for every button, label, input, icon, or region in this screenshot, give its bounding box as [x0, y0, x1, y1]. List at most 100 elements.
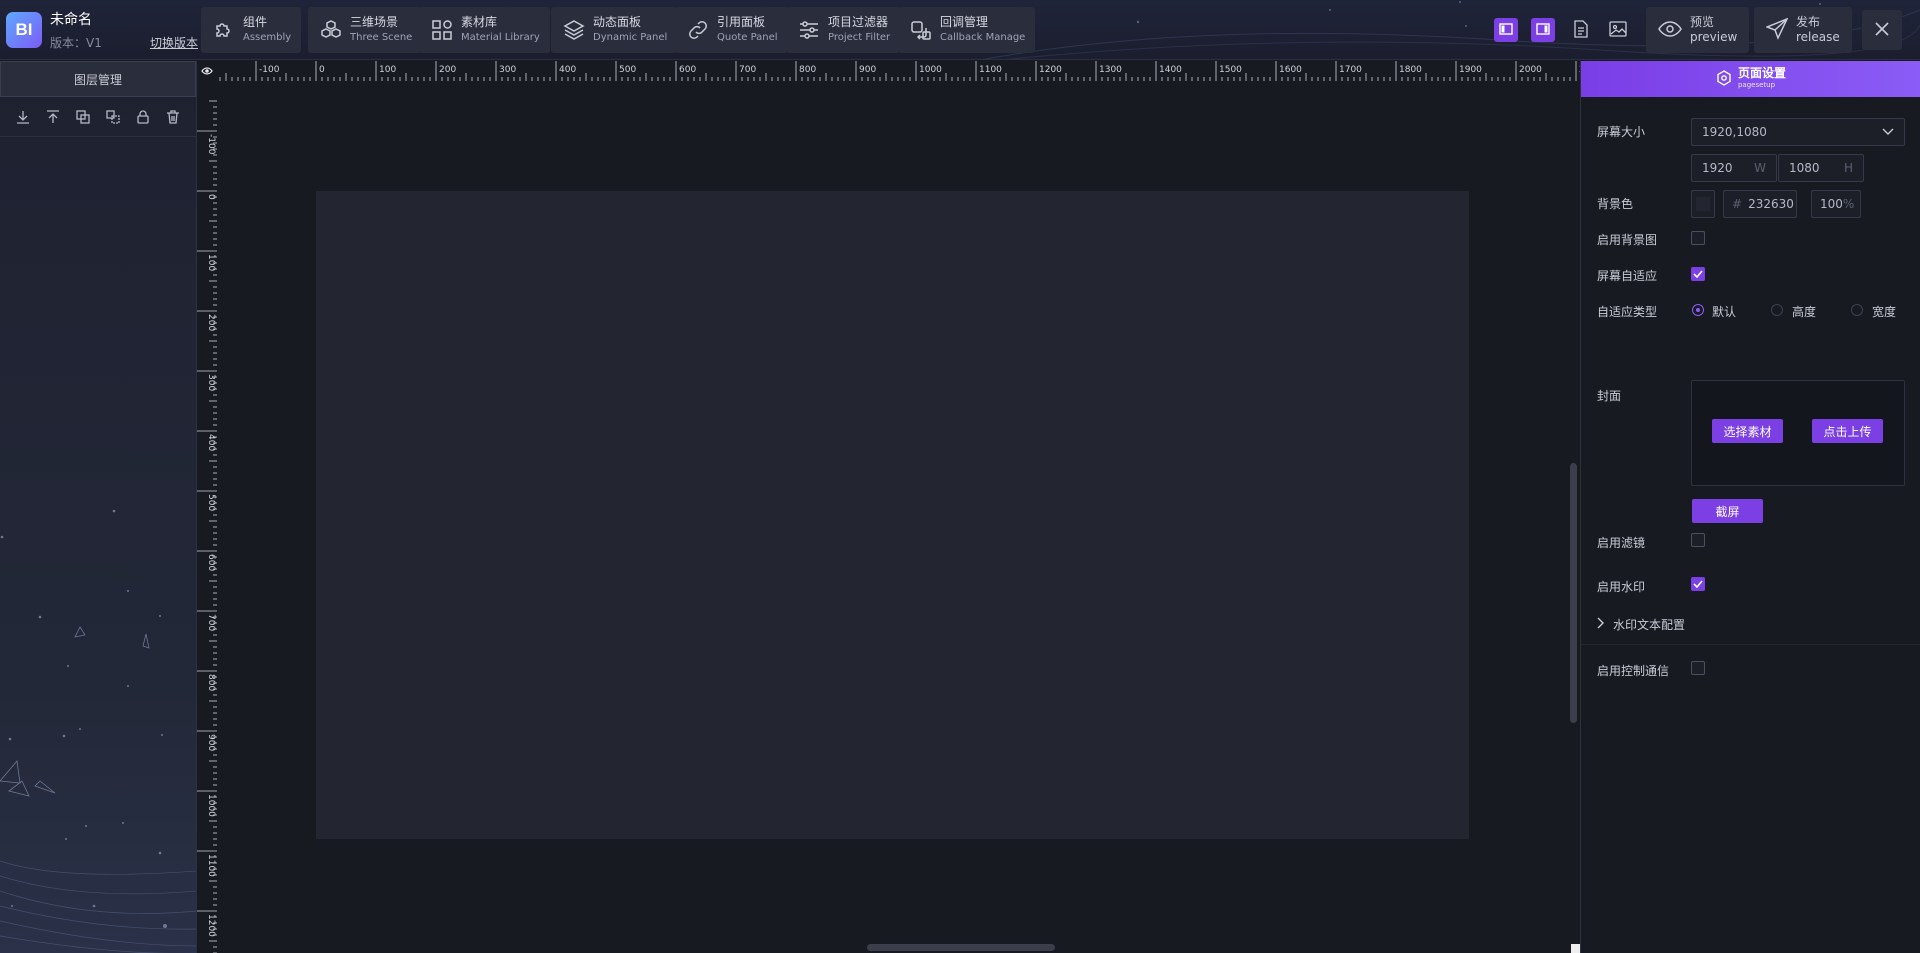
background-color-label: 背景色 — [1597, 197, 1634, 211]
height-value: 1080 — [1789, 161, 1820, 175]
nav-project-filter[interactable]: 项目过滤器 Project Filter — [786, 7, 901, 53]
ruler-h-label: 900 — [859, 65, 876, 75]
enable-control-checkbox[interactable] — [1691, 661, 1705, 675]
enable-bg-image-label: 启用背景图 — [1597, 233, 1658, 247]
enable-filter-checkbox[interactable] — [1691, 533, 1705, 547]
eye-icon — [1658, 20, 1682, 41]
nav-label: 引用面板 — [717, 15, 766, 29]
ruler-v-label: 600 — [206, 554, 216, 571]
upload-button[interactable]: 点击上传 — [1812, 419, 1883, 443]
ruler-h-label: 200 — [439, 65, 456, 75]
width-unit: W — [1754, 161, 1766, 175]
cubes-icon — [316, 15, 346, 45]
preview-button[interactable]: 预览 preview — [1646, 7, 1750, 53]
preview-sublabel: preview — [1690, 30, 1738, 44]
settings-icon — [1716, 69, 1732, 89]
nav-label: 项目过滤器 — [828, 15, 889, 29]
nav-label: 动态面板 — [593, 15, 642, 29]
vertical-ruler[interactable]: -100 0 100 200 300 400 500 600 700 800 900 1000 1100… — [197, 81, 217, 953]
enable-watermark-checkbox[interactable] — [1691, 577, 1705, 591]
nav-label: 素材库 — [461, 15, 498, 29]
eye-icon — [201, 64, 213, 78]
ruler-h-label: 1900 — [1459, 65, 1482, 75]
nav-material-library[interactable]: 素材库 Material Library — [419, 7, 550, 53]
screen-adaptive-checkbox[interactable] — [1691, 267, 1705, 281]
toggle-right-panel-button[interactable] — [1531, 18, 1555, 42]
ruler-h-label: 0 — [319, 65, 325, 75]
ruler-h-label: 500 — [619, 65, 636, 75]
lock-icon[interactable] — [134, 108, 152, 126]
screen-size-label: 屏幕大小 — [1597, 125, 1646, 139]
nav-label: 回调管理 — [940, 15, 989, 29]
background-hex-input[interactable]: # 232630 — [1723, 190, 1797, 218]
adaptive-width-radio[interactable] — [1851, 304, 1863, 316]
ruler-v-label: 400 — [206, 434, 216, 451]
image-icon — [1609, 20, 1627, 40]
nav-sublabel: Project Filter — [828, 32, 891, 43]
ruler-h-label: 1200 — [1039, 65, 1062, 75]
release-label: 发布 — [1796, 15, 1821, 29]
watermark-config-toggle[interactable]: 水印文本配置 — [1597, 616, 1685, 633]
percent-unit: % — [1842, 197, 1855, 211]
switch-version-link[interactable]: 切换版本 — [150, 34, 198, 51]
nav-sublabel: Quote Panel — [717, 32, 778, 43]
page-settings-title: 页面设置 — [1737, 66, 1786, 80]
left-panel-icon — [1499, 22, 1513, 39]
screen-size-value: 1920,1080 — [1702, 125, 1767, 139]
group-icon[interactable] — [74, 108, 92, 126]
close-button[interactable] — [1862, 10, 1902, 50]
sliders-icon — [794, 15, 824, 45]
hash-symbol: # — [1732, 197, 1743, 211]
vertical-scrollbar[interactable] — [1570, 463, 1577, 723]
send-icon — [1764, 17, 1789, 43]
top-bar: BI 未命名 版本：V1 切换版本 组件 Assembly 三维场景 Three S… — [0, 0, 1920, 60]
close-icon — [1874, 21, 1890, 40]
width-input[interactable]: 1920 W — [1691, 154, 1777, 182]
image-button[interactable] — [1606, 18, 1630, 42]
ruler-h-label: 700 — [739, 65, 756, 75]
ungroup-icon[interactable] — [104, 108, 122, 126]
move-down-icon[interactable] — [14, 108, 32, 126]
artboard[interactable] — [316, 191, 1469, 839]
nav-sublabel: Material Library — [461, 32, 540, 43]
app-version: 版本：V1 — [50, 36, 102, 50]
ruler-h-label: 1700 — [1339, 65, 1362, 75]
ruler-v-label: 500 — [206, 494, 216, 511]
panel-decoration — [0, 509, 196, 953]
nav-quote-panel[interactable]: 引用面板 Quote Panel — [675, 7, 788, 53]
background-opacity-input[interactable]: 100 % — [1811, 190, 1861, 218]
adaptive-default-radio[interactable] — [1692, 304, 1704, 316]
nav-dynamic-panel[interactable]: 动态面板 Dynamic Panel — [551, 7, 678, 53]
screen-size-select[interactable]: 1920,1080 — [1691, 118, 1905, 146]
screen-adaptive-label: 屏幕自适应 — [1597, 269, 1658, 283]
nav-callback-manage[interactable]: 回调管理 Callback Manage — [898, 7, 1036, 53]
nav-sublabel: Assembly — [243, 32, 292, 43]
background-color-swatch[interactable] — [1691, 190, 1715, 218]
ruler-corner[interactable] — [197, 61, 217, 81]
adaptive-height-radio[interactable] — [1771, 304, 1783, 316]
canvas-workspace[interactable] — [217, 81, 1580, 953]
horizontal-scrollbar[interactable] — [867, 944, 1055, 951]
select-material-button[interactable]: 选择素材 — [1712, 419, 1783, 443]
ruler-v-label: 100 — [206, 254, 216, 271]
ruler-v-label: 300 — [206, 374, 216, 391]
height-input[interactable]: 1080 H — [1778, 154, 1864, 182]
nav-assembly[interactable]: 组件 Assembly — [201, 7, 302, 53]
nav-three-scene[interactable]: 三维场景 Three Scene — [308, 7, 423, 53]
screenshot-button[interactable]: 截屏 — [1692, 499, 1763, 523]
ruler-h-label: 1800 — [1399, 65, 1422, 75]
document-button[interactable] — [1569, 18, 1593, 42]
enable-bg-image-checkbox[interactable] — [1691, 231, 1705, 245]
horizontal-ruler[interactable]: -100 0 100 200 300 400 500 600 700 800 900 1000 1100… — [217, 61, 1580, 81]
cover-label: 封面 — [1597, 389, 1622, 403]
adaptive-type-label: 自适应类型 — [1597, 305, 1658, 319]
page-settings-header[interactable]: 页面设置 pagesetup — [1581, 61, 1920, 97]
release-button[interactable]: 发布 release — [1754, 7, 1852, 53]
width-value: 1920 — [1702, 161, 1733, 175]
nav-label: 组件 — [243, 15, 268, 29]
nav-sublabel: Dynamic Panel — [593, 32, 668, 43]
move-up-icon[interactable] — [44, 108, 62, 126]
trash-icon[interactable] — [164, 108, 182, 126]
toggle-left-panel-button[interactable] — [1494, 18, 1518, 42]
ruler-h-label: 400 — [559, 65, 576, 75]
